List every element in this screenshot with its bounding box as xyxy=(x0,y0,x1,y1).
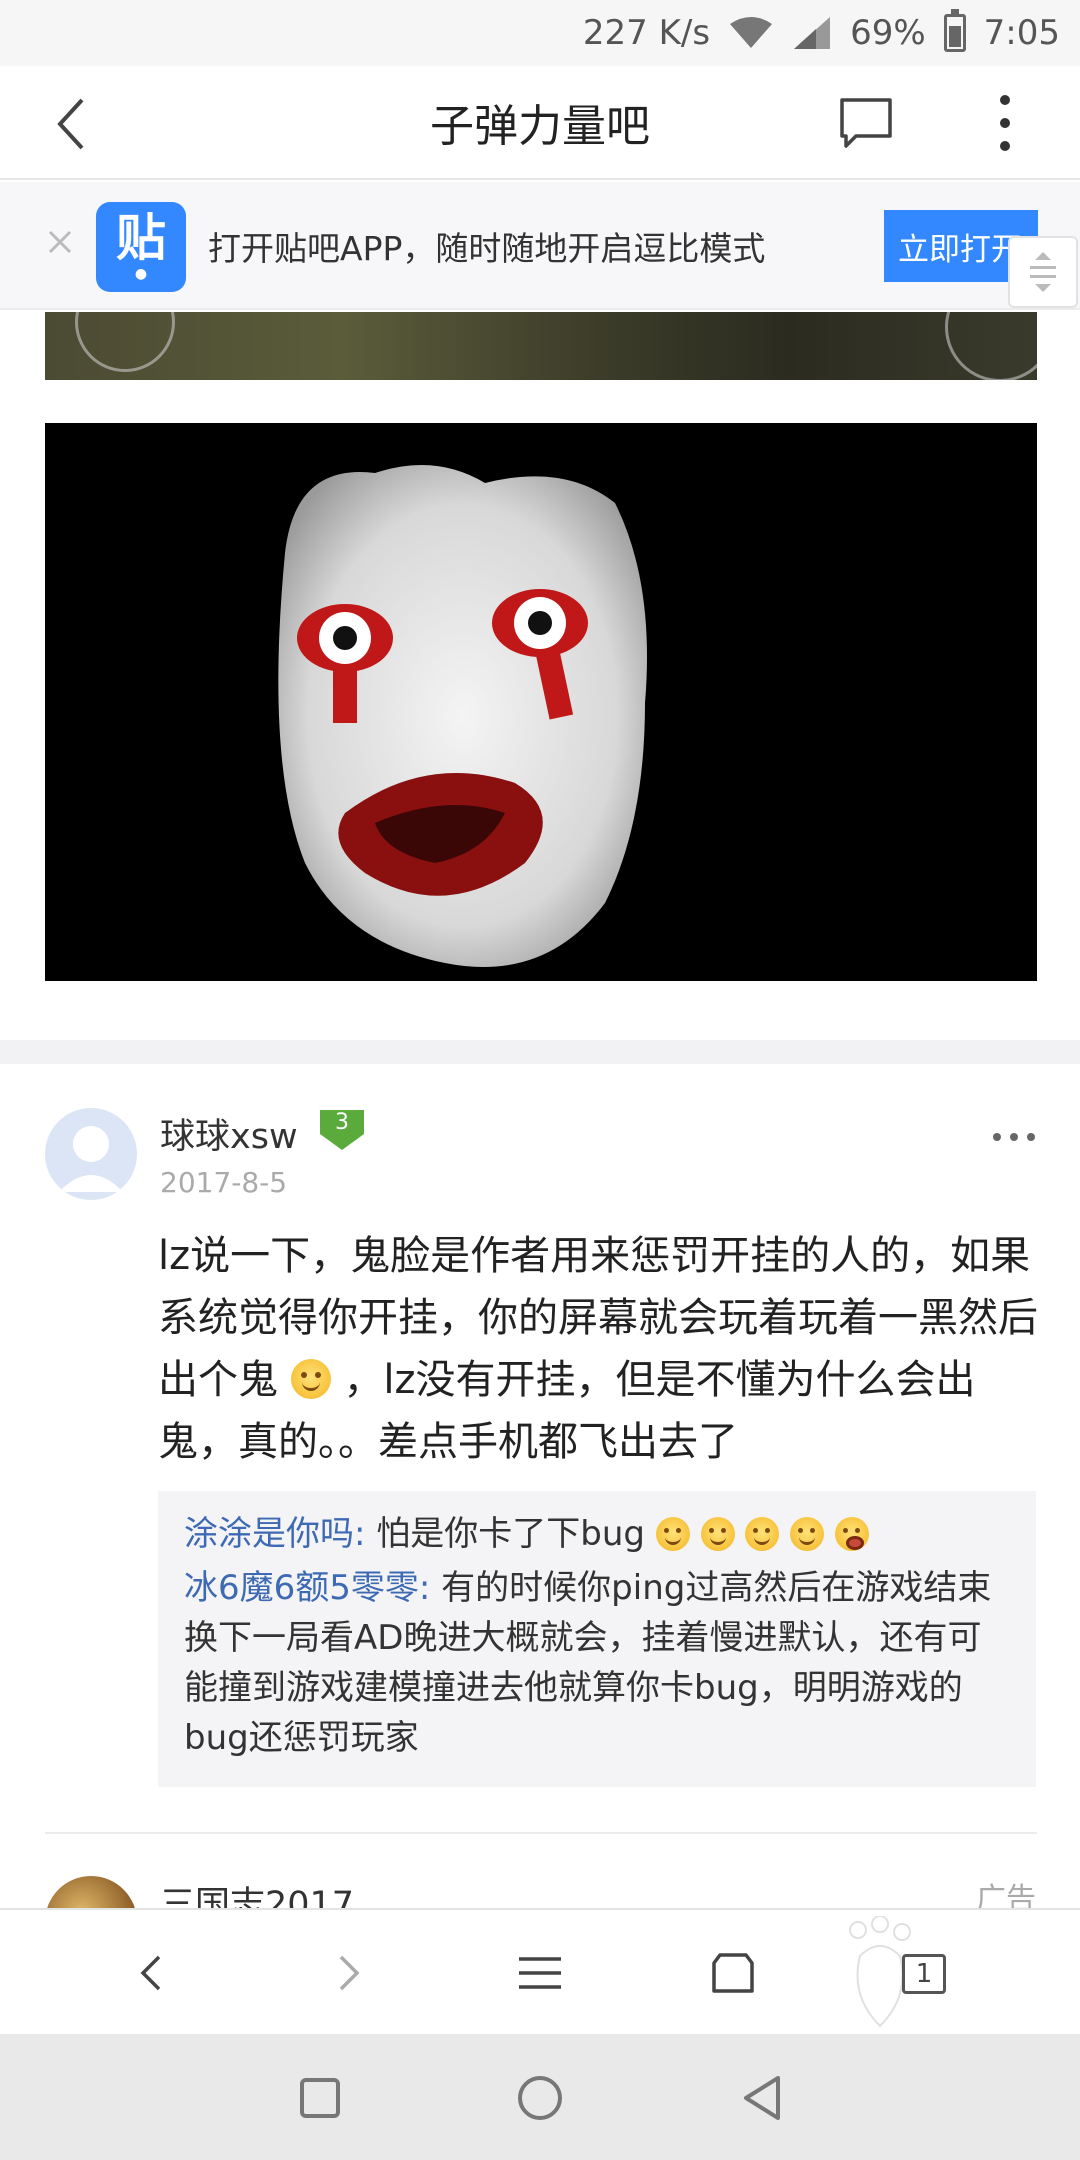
smile-emoji-icon xyxy=(790,1517,825,1551)
smile-emoji-icon xyxy=(290,1359,331,1399)
smile-emoji-icon xyxy=(745,1517,780,1551)
reply-text: 怕是你卡了下bug xyxy=(376,1514,645,1554)
post-more-button[interactable] xyxy=(992,1128,1036,1141)
battery-percent: 69% xyxy=(850,13,926,53)
post-divider xyxy=(45,1832,1037,1834)
vertical-dots-icon xyxy=(1000,95,1010,151)
default-avatar-icon xyxy=(59,1126,123,1192)
more-menu-button[interactable] xyxy=(990,92,1020,154)
avatar[interactable] xyxy=(45,1108,137,1200)
chevron-left-icon xyxy=(57,98,84,150)
scroll-handle[interactable] xyxy=(1008,236,1078,308)
message-button[interactable] xyxy=(838,96,894,150)
reply-author[interactable]: 涂涂是你吗: xyxy=(184,1514,365,1554)
circle-icon xyxy=(518,2076,562,2120)
page-title: 子弹力量吧 xyxy=(430,101,650,152)
browser-home-button[interactable] xyxy=(698,1938,768,2008)
top-nav-bar: 子弹力量吧 xyxy=(0,66,1080,180)
close-icon xyxy=(48,230,72,254)
recent-apps-button[interactable] xyxy=(290,2068,350,2128)
battery-icon xyxy=(943,9,966,52)
reply-list: 涂涂是你吗: 怕是你卡了下bug 冰6魔6额5零零: 有的时候你ping过高然后… xyxy=(158,1491,1036,1787)
back-nav-button[interactable] xyxy=(732,2068,792,2128)
reply-item[interactable]: 冰6魔6额5零零: 有的时候你ping过高然后在游戏结束换下一局看AD晚进大概就… xyxy=(184,1563,1010,1763)
hud-crouch-icon xyxy=(75,312,175,372)
back-button[interactable] xyxy=(44,94,104,154)
system-nav-bar xyxy=(0,2034,1080,2160)
logo-text: 贴 xyxy=(116,209,166,267)
post-image-ghost-face[interactable] xyxy=(45,423,1037,981)
chevron-right-icon xyxy=(339,1955,360,1991)
home-icon xyxy=(712,1953,754,1993)
home-nav-button[interactable] xyxy=(510,2068,570,2128)
square-icon xyxy=(300,2078,340,2118)
tieba-logo: 贴 ● xyxy=(96,202,186,292)
status-bar: 227 K/s 69% 7:05 xyxy=(0,0,1080,66)
smile-emoji-icon xyxy=(700,1517,735,1551)
clock: 7:05 xyxy=(983,13,1060,53)
level-badge: 3 xyxy=(318,1108,366,1152)
banner-close-button[interactable] xyxy=(44,226,76,258)
browser-toolbar: 1 xyxy=(0,1908,1080,2034)
section-divider xyxy=(0,1040,1080,1064)
crying-emoji-icon xyxy=(835,1517,870,1551)
smile-emoji-icon xyxy=(655,1517,690,1551)
app-promo-banner: 贴 ● 打开贴吧APP，随时随地开启逗比模式 立即打开 xyxy=(0,182,1080,310)
browser-menu-button[interactable] xyxy=(505,1938,575,2008)
level-number: 3 xyxy=(335,1110,349,1135)
post-username[interactable]: 球球xsw xyxy=(160,1108,298,1159)
post-image-game-screenshot[interactable] xyxy=(45,312,1037,380)
triangle-back-icon xyxy=(744,2076,780,2120)
ghost-face-illustration xyxy=(45,423,1037,981)
horizontal-dots-icon xyxy=(993,1133,1035,1141)
wifi-icon xyxy=(728,16,774,50)
network-speed: 227 K/s xyxy=(582,13,711,53)
browser-forward-button[interactable] xyxy=(312,1938,382,2008)
banner-message: 打开贴吧APP，随时随地开启逗比模式 xyxy=(208,229,766,268)
reply-author[interactable]: 冰6魔6额5零零: xyxy=(184,1568,430,1608)
hamburger-menu-icon xyxy=(519,1957,561,1989)
post-content: lz说一下，鬼脸是作者用来惩罚开挂的人的，如果系统觉得你开挂，你的屏幕就会玩着玩… xyxy=(158,1225,1038,1473)
cell-signal-icon xyxy=(792,15,832,51)
post-date: 2017-8-5 xyxy=(160,1166,288,1199)
reply-item[interactable]: 涂涂是你吗: 怕是你卡了下bug xyxy=(184,1509,1010,1559)
paw-icon: ● xyxy=(134,266,148,282)
tab-count-button[interactable]: 1 xyxy=(902,1954,946,1994)
browser-back-button[interactable] xyxy=(118,1938,188,2008)
chevron-left-icon xyxy=(140,1955,161,1991)
hud-crosshair-icon xyxy=(945,312,1037,380)
chat-bubble-icon xyxy=(840,98,892,148)
post-text-part2: ，lz没有开挂，但是不懂为什么会出鬼，真的。。差点手机都飞出去了 xyxy=(158,1357,976,1465)
